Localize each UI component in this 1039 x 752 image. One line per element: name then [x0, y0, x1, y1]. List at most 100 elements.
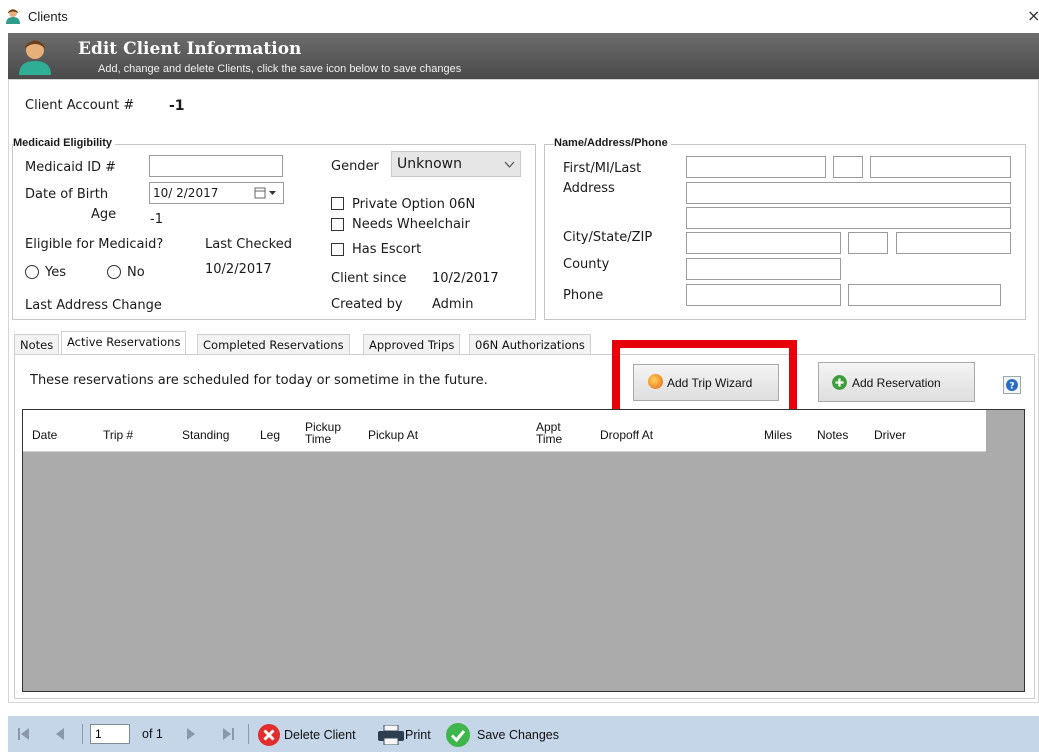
client-account-value: -1 [169, 98, 185, 114]
column-header[interactable]: Appt Time [536, 421, 562, 445]
help-button[interactable]: ? [1003, 376, 1021, 394]
print-label: Print [405, 728, 431, 742]
created-by-value: Admin [432, 297, 474, 312]
print-button[interactable]: Print [378, 720, 444, 748]
gender-label: Gender [331, 159, 379, 174]
delete-icon [258, 724, 280, 746]
address-label: Address [563, 181, 615, 196]
chevron-down-icon [504, 161, 515, 168]
page-header: Edit Client Information Add, change and … [8, 33, 1039, 79]
column-header[interactable]: Miles [764, 429, 792, 441]
column-header[interactable]: Standing [182, 429, 229, 441]
column-header[interactable]: Driver [874, 429, 906, 441]
private-option-checkbox[interactable] [331, 197, 344, 210]
phone-label: Phone [563, 288, 604, 303]
printer-icon [378, 725, 404, 745]
city-input[interactable] [686, 232, 841, 254]
created-by-label: Created by [331, 297, 403, 312]
private-option-label: Private Option 06N [352, 197, 476, 212]
state-input[interactable] [848, 232, 888, 254]
column-header[interactable]: Notes [817, 429, 848, 441]
tab-approved-trips[interactable]: Approved Trips [363, 334, 461, 354]
save-changes-label: Save Changes [477, 728, 560, 742]
wheelchair-checkbox[interactable] [331, 218, 344, 231]
tab-notes[interactable]: Notes [14, 334, 60, 354]
gender-value: Unknown [397, 156, 462, 172]
phone-input[interactable] [686, 284, 841, 306]
column-header[interactable]: Date [32, 429, 57, 441]
column-header[interactable]: Pickup Time [305, 421, 341, 445]
add-reservation-button[interactable]: Add Reservation [818, 362, 975, 402]
medicaid-id-input[interactable] [149, 155, 283, 177]
add-reservation-label: Add Reservation [852, 376, 941, 390]
eligible-no-label: No [127, 265, 145, 280]
gender-select[interactable]: Unknown [391, 151, 521, 177]
last-record-icon[interactable] [222, 728, 234, 740]
phone-alt-input[interactable] [848, 284, 1001, 306]
tab-06n-authorizations[interactable]: 06N Authorizations [469, 334, 591, 354]
escort-label: Has Escort [352, 242, 422, 257]
reservations-description: These reservations are scheduled for tod… [30, 373, 488, 388]
last-checked-label: Last Checked [205, 237, 292, 252]
eligible-yes-radio[interactable] [25, 265, 39, 279]
column-header[interactable]: Pickup At [368, 429, 418, 441]
last-checked-value: 10/2/2017 [205, 262, 272, 277]
save-changes-button[interactable]: Save Changes [446, 720, 564, 748]
grid-header: Date Trip # Standing Leg Pickup Time Pic… [23, 410, 986, 452]
delete-client-label: Delete Client [284, 728, 356, 742]
eligible-no-radio[interactable] [107, 265, 121, 279]
age-value: -1 [150, 212, 163, 227]
age-label: Age [91, 207, 117, 222]
address-line2-input[interactable] [686, 207, 1011, 229]
dob-label: Date of Birth [25, 187, 109, 202]
wizard-icon [648, 374, 663, 389]
last-address-change-label: Last Address Change [25, 298, 162, 313]
divider [82, 724, 83, 744]
page-title: Edit Client Information [78, 39, 302, 59]
escort-checkbox[interactable] [331, 243, 344, 256]
close-icon[interactable]: × [1027, 6, 1039, 25]
reservations-grid[interactable]: Date Trip # Standing Leg Pickup Time Pic… [22, 409, 1025, 692]
first-name-input[interactable] [686, 156, 826, 178]
zip-input[interactable] [896, 232, 1011, 254]
divider [248, 724, 249, 744]
previous-record-icon[interactable] [54, 728, 66, 740]
county-label: County [563, 257, 610, 272]
client-account-label: Client Account # [25, 98, 135, 113]
svg-text:?: ? [1009, 382, 1014, 392]
wheelchair-label: Needs Wheelchair [352, 217, 470, 232]
eligible-label: Eligible for Medicaid? [25, 237, 164, 252]
middle-initial-input[interactable] [833, 156, 863, 178]
page-count-label: of 1 [142, 727, 163, 741]
next-record-icon[interactable] [185, 728, 197, 740]
checkmark-icon [446, 723, 470, 747]
record-navigator: of 1 Delete Client Print Save Changes [8, 716, 1039, 752]
address-group-title: Name/Address/Phone [554, 137, 671, 149]
column-header[interactable]: Leg [260, 429, 280, 441]
tab-completed-reservations[interactable]: Completed Reservations [197, 334, 350, 354]
person-icon [19, 40, 51, 75]
add-trip-wizard-button[interactable]: Add Trip Wizard [633, 364, 779, 401]
delete-client-button[interactable]: Delete Client [258, 720, 376, 748]
client-since-label: Client since [331, 271, 407, 286]
tab-active-reservations[interactable]: Active Reservations [61, 331, 187, 355]
medicaid-id-label: Medicaid ID # [25, 160, 117, 175]
calendar-dropdown-icon[interactable] [254, 187, 280, 200]
county-input[interactable] [686, 258, 841, 280]
window-title-bar: Clients × [0, 0, 1039, 33]
dob-picker[interactable]: 10/ 2/2017 [149, 182, 284, 204]
column-header[interactable]: Dropoff At [600, 429, 653, 441]
first-record-icon[interactable] [18, 728, 30, 740]
dob-value: 10/ 2/2017 [153, 186, 219, 200]
address-line1-input[interactable] [686, 182, 1011, 204]
name-label: First/MI/Last [563, 161, 642, 176]
last-name-input[interactable] [870, 156, 1011, 178]
page-number-input[interactable] [90, 724, 130, 744]
column-header[interactable]: Trip # [103, 429, 133, 441]
eligible-yes-label: Yes [45, 265, 66, 280]
client-since-value: 10/2/2017 [432, 271, 499, 286]
medicaid-group-title: Medicaid Eligibility [13, 137, 116, 149]
page-subtitle: Add, change and delete Clients, click th… [98, 63, 462, 75]
window-title: Clients [28, 9, 68, 24]
add-trip-wizard-label: Add Trip Wizard [667, 376, 753, 390]
